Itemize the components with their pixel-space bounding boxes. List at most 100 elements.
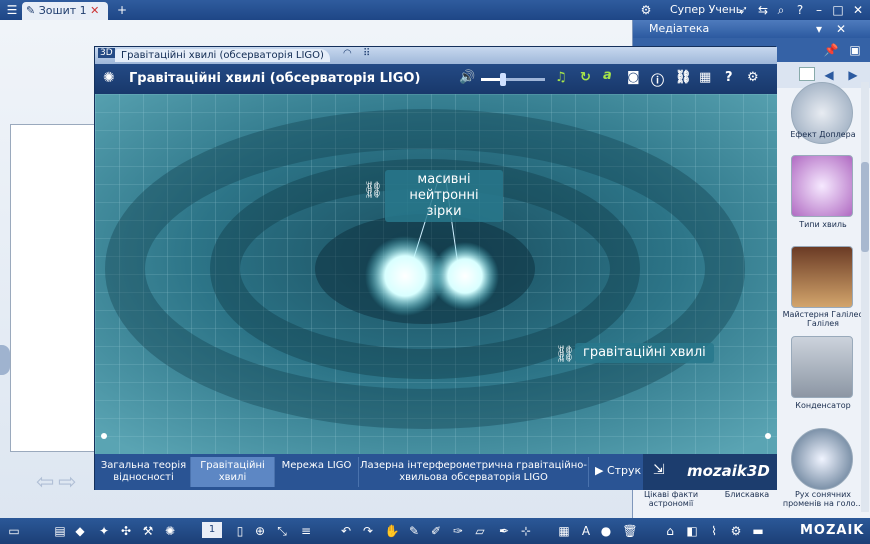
back-arrow-icon[interactable]: ⇦ — [36, 470, 54, 495]
crop-icon[interactable]: ⤡ — [274, 523, 290, 539]
zoom-icon[interactable]: ⊕ — [252, 523, 268, 539]
music-icon[interactable]: ♫ — [555, 70, 567, 85]
chapter-tabs: Загальна теорія відносності Гравітаційні… — [95, 454, 777, 490]
minimize-icon[interactable]: – — [811, 2, 827, 18]
link-icon[interactable]: ⛓ — [363, 180, 383, 199]
text-icon[interactable]: a — [603, 68, 612, 83]
info-icon[interactable]: ⓘ — [651, 70, 664, 89]
puzzle-icon[interactable]: ✣ — [118, 523, 134, 539]
tools-icon[interactable]: ✦ — [96, 523, 112, 539]
side-handle[interactable] — [0, 345, 10, 375]
3d-scene[interactable]: ⛓ масивні нейтронні зірки ⛓ гравітаційні… — [95, 94, 777, 454]
page-number[interactable]: 1 — [202, 522, 222, 538]
color-icon[interactable]: ● — [598, 523, 614, 539]
image-icon[interactable]: ▣ — [847, 42, 863, 58]
label-gravity-waves[interactable]: гравітаційні хвилі — [575, 343, 714, 363]
library-close-icon[interactable]: ✕ — [833, 21, 849, 37]
table-icon[interactable]: ▦ — [556, 523, 572, 539]
clip-icon[interactable]: ⌇ — [706, 523, 722, 539]
whiteboard-icon[interactable]: ▭ — [6, 523, 22, 539]
app-title: Гравітаційні хвилі (обсерваторія LIGO) — [129, 71, 421, 86]
redo-icon[interactable]: ↷ — [360, 523, 376, 539]
home-icon[interactable]: ⌂ — [662, 523, 678, 539]
next-icon[interactable]: ▶ — [845, 67, 861, 83]
volume-slider[interactable] — [481, 73, 545, 86]
dropdown-icon[interactable]: ▾ — [811, 21, 827, 37]
cube-icon[interactable]: ◧ — [684, 523, 700, 539]
pencil-icon: ✎ — [26, 4, 36, 17]
tab-gravity-waves[interactable]: Гравітаційні хвилі — [191, 457, 275, 487]
link-icon[interactable]: ⛓ — [675, 70, 692, 85]
badge-3d: 3D — [98, 48, 115, 58]
brush-icon[interactable]: ✒ — [496, 523, 512, 539]
gear-icon[interactable]: ⚙ — [728, 523, 744, 539]
loader-icon: ✺ — [103, 70, 115, 86]
thumb-sun[interactable] — [791, 428, 853, 490]
page-icon[interactable]: ▯ — [232, 523, 248, 539]
tab-general-relativity[interactable]: Загальна теорія відносності — [97, 457, 191, 487]
library-header: Медіатека ▾ ✕ — [633, 20, 870, 38]
library-scrollbar[interactable] — [861, 82, 869, 512]
menu-icon[interactable]: ☰ — [4, 2, 20, 18]
next-label: Струк — [606, 464, 642, 477]
user-name[interactable]: Супер Учень — [670, 3, 742, 16]
mozaik-logo: MOZAIK — [800, 523, 865, 538]
item-label-lightning: Блискавка — [724, 490, 770, 499]
battery-icon[interactable]: ▬ — [750, 523, 766, 539]
undo-icon[interactable]: ↶ — [338, 523, 354, 539]
close-window-icon[interactable]: ✕ — [850, 2, 866, 18]
hand-icon[interactable]: ✋ — [384, 523, 400, 539]
pen-icon[interactable]: ✎ — [406, 523, 422, 539]
item-label: Майстерня Галілео Галілея — [782, 310, 864, 328]
tab-label: Зошит 1 — [38, 4, 87, 17]
maximize-icon[interactable]: □ — [830, 2, 846, 18]
notebook-page[interactable] — [10, 124, 95, 452]
bottom-toolbar: ▭ ▤ ◆ ✦ ✣ ⚒ ✺ 1 ▯ ⊕ ⤡ ≡ ↶ ↷ ✋ ✎ ✐ ✑ ▱ ✒ … — [0, 518, 870, 544]
share-icon[interactable]: ⇆ — [755, 2, 771, 18]
window-tab-title[interactable]: Гравітаційні хвилі (обсерваторія LIGO) — [115, 49, 330, 62]
highlighter-icon[interactable]: ✑ — [450, 523, 466, 539]
label-neutron-stars[interactable]: масивні нейтронні зірки — [385, 170, 503, 222]
layout-icon[interactable]: ▦ — [699, 70, 711, 85]
rocket-icon[interactable]: ➶ — [735, 2, 751, 18]
list-icon[interactable]: ≡ — [298, 523, 314, 539]
marker-icon[interactable]: ✐ — [428, 523, 444, 539]
tab-ligo-network[interactable]: Мережа LIGO — [275, 457, 359, 487]
text-tool-icon[interactable]: A — [578, 523, 594, 539]
item-label: Ефект Доплера — [790, 130, 856, 139]
tab-notebook[interactable]: ✎ Зошит 1 ✕ — [22, 2, 108, 20]
thumb-waves[interactable] — [791, 155, 853, 217]
help-icon[interactable]: ? — [792, 2, 808, 18]
search-icon[interactable]: ⌕ — [773, 2, 789, 18]
pin-icon[interactable]: 📌 — [823, 42, 839, 58]
tab-ligo-observatory[interactable]: Лазерна інтерферометрична гравітаційно-х… — [359, 457, 589, 487]
wifi-icon: ◠ — [343, 48, 352, 59]
bulb-icon[interactable]: ✺ — [162, 523, 178, 539]
link-icon[interactable]: ⛓ — [555, 344, 575, 363]
fullscreen-icon[interactable]: ⇲ — [653, 462, 665, 478]
settings-icon[interactable]: ⚙ — [747, 70, 759, 85]
hammer-icon[interactable]: ⚒ — [140, 523, 156, 539]
eraser-icon[interactable]: ▱ — [472, 523, 488, 539]
help-icon[interactable]: ? — [725, 70, 733, 85]
settings-icon[interactable]: ⚙ — [638, 2, 654, 18]
close-icon[interactable]: ✕ — [90, 4, 99, 17]
brand-area: ⇲ mozaik3D — [643, 454, 777, 490]
prev-icon[interactable]: ◀ — [821, 67, 837, 83]
select-icon[interactable]: ⊹ — [518, 523, 534, 539]
grid-icon: ⠿ — [363, 48, 371, 59]
top-bar: ☰ ✎ Зошит 1 ✕ + ⚙ Супер Учень ➶ ⇆ ⌕ ? – … — [0, 0, 870, 20]
volume-icon[interactable]: 🔊 — [459, 70, 475, 85]
thumb-galileo[interactable] — [791, 246, 853, 308]
trash-icon[interactable]: 🗑 — [622, 523, 638, 539]
forward-arrow-icon[interactable]: ⇨ — [58, 470, 76, 495]
camera-icon[interactable]: ◙ — [627, 70, 640, 85]
reset-icon[interactable]: ↻ — [580, 70, 591, 85]
add-tab-icon[interactable]: + — [114, 2, 130, 18]
library-title: Медіатека — [649, 22, 710, 35]
graduation-icon[interactable]: ◆ — [72, 523, 88, 539]
filter-dropdown-icon[interactable] — [799, 67, 815, 81]
book-icon[interactable]: ▤ — [52, 523, 68, 539]
next-button[interactable]: ▶ Струк — [595, 464, 641, 477]
thumb-capacitor[interactable] — [791, 336, 853, 398]
